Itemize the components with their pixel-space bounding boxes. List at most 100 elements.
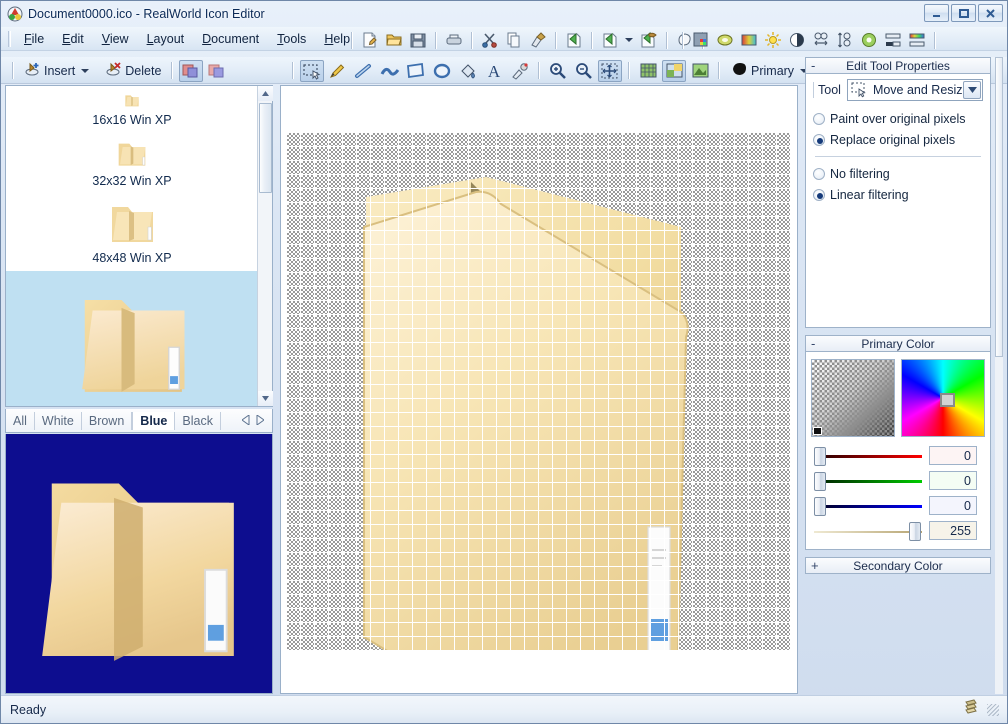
right-dock-scrollbar[interactable] (995, 57, 1003, 694)
panel-expand-toggle[interactable]: + (811, 558, 819, 573)
list-item[interactable]: 48x48 Win XP (6, 194, 258, 271)
edit-tool-properties-header[interactable]: - Edit Tool Properties (805, 57, 991, 74)
green-sphere-icon[interactable] (858, 30, 880, 51)
radio-icon[interactable] (813, 134, 825, 146)
green-channel-slider[interactable]: 0 (811, 468, 985, 493)
alpha-picker-marker[interactable] (813, 427, 822, 435)
layers-merged-icon[interactable] (179, 60, 203, 82)
option-replace-original[interactable]: Replace original pixels (813, 129, 983, 150)
ellipse-shade-icon[interactable] (714, 30, 736, 51)
effect-brush-tool-icon[interactable] (508, 60, 532, 82)
close-button[interactable] (978, 4, 1003, 22)
radio-icon[interactable] (813, 189, 825, 201)
slider-track[interactable] (814, 471, 922, 491)
zoom-out-icon[interactable] (572, 60, 596, 82)
canvas-grid-icon[interactable] (636, 60, 660, 82)
scrollbar-thumb[interactable] (995, 57, 1003, 357)
maximize-button[interactable] (951, 4, 976, 22)
panel-collapse-toggle[interactable]: - (811, 58, 815, 73)
levels-icon[interactable] (882, 30, 904, 51)
tab-next-arrow-icon[interactable] (256, 414, 264, 428)
rectangle-tool-icon[interactable] (404, 60, 428, 82)
redo-arrow-icon[interactable] (599, 30, 621, 51)
tab-brown[interactable]: Brown (82, 412, 132, 430)
palette-save-icon[interactable] (690, 30, 712, 51)
redo-dropdown-arrow-icon[interactable] (625, 38, 633, 42)
editor-canvas[interactable] (280, 85, 798, 694)
list-item[interactable]: 256x256 Win XP (6, 271, 258, 406)
option-linear-filtering[interactable]: Linear filtering (813, 184, 983, 205)
copy-pages-icon[interactable] (503, 30, 525, 51)
radio-icon[interactable] (813, 168, 825, 180)
rect-select-tool-icon[interactable] (300, 60, 324, 82)
tab-prev-arrow-icon[interactable] (242, 414, 250, 428)
tab-white[interactable]: White (35, 412, 82, 430)
resize-grip-icon[interactable] (987, 704, 999, 716)
scroll-down-arrow-icon[interactable] (258, 391, 273, 406)
menu-document[interactable]: Document (193, 29, 268, 49)
apply-image-icon[interactable] (638, 30, 660, 51)
slider-knob[interactable] (909, 522, 921, 541)
icon-preview-pane[interactable] (5, 434, 273, 694)
primary-color-button[interactable]: Primary (725, 59, 813, 82)
line-tool-icon[interactable] (352, 60, 376, 82)
cut-scissors-icon[interactable] (479, 30, 501, 51)
grid-toggle-icon[interactable] (598, 60, 622, 82)
delete-button[interactable]: Delete (100, 59, 166, 83)
green-value[interactable]: 0 (929, 471, 977, 490)
menu-file[interactable]: File (15, 29, 53, 49)
curve-tool-icon[interactable] (378, 60, 402, 82)
contrast-circle-icon[interactable] (786, 30, 808, 51)
hue-picker-marker[interactable] (940, 393, 955, 407)
menu-layout[interactable]: Layout (138, 29, 194, 49)
paste-brush-icon[interactable] (527, 30, 549, 51)
undo-arrow-icon[interactable] (563, 30, 585, 51)
pencil-tool-icon[interactable] (326, 60, 350, 82)
alpha-channel-slider[interactable]: 255 (811, 518, 985, 543)
open-folder-icon[interactable] (383, 30, 405, 51)
scrollbar-thumb[interactable] (259, 103, 272, 193)
slider-knob[interactable] (814, 447, 826, 466)
option-paint-over-original[interactable]: Paint over original pixels (813, 108, 983, 129)
blue-channel-slider[interactable]: 0 (811, 493, 985, 518)
icon-variants-list[interactable]: 16x16 Win XP 32x32 Win XP 48x4 (6, 86, 258, 406)
alpha-gradient-picker[interactable] (811, 359, 895, 437)
canvas-alpha-icon[interactable] (688, 60, 712, 82)
minimize-button[interactable] (924, 4, 949, 22)
slider-track[interactable] (814, 446, 922, 466)
hue-wheel-picker[interactable] (901, 359, 985, 437)
slider-knob[interactable] (814, 497, 826, 516)
slider-knob[interactable] (814, 472, 826, 491)
primary-color-header[interactable]: - Primary Color (805, 335, 991, 352)
hue-rotate-icon[interactable] (810, 30, 832, 51)
insert-dropdown-arrow-icon[interactable] (81, 69, 89, 73)
zoom-in-icon[interactable] (546, 60, 570, 82)
icon-list-scrollbar[interactable] (257, 86, 272, 406)
menu-edit[interactable]: Edit (53, 29, 93, 49)
brightness-sun-icon[interactable] (762, 30, 784, 51)
tab-blue[interactable]: Blue (132, 412, 175, 430)
secondary-color-header[interactable]: + Secondary Color (805, 557, 991, 574)
slider-track[interactable] (814, 521, 922, 541)
list-item[interactable]: 32x32 Win XP (6, 133, 258, 194)
panel-collapse-toggle[interactable]: - (811, 336, 815, 351)
new-document-icon[interactable] (359, 30, 381, 51)
scroll-up-arrow-icon[interactable] (258, 86, 273, 101)
color-bars-icon[interactable] (906, 30, 928, 51)
canvas-preview-icon[interactable] (662, 60, 686, 82)
red-channel-slider[interactable]: 0 (811, 443, 985, 468)
save-disk-icon[interactable] (407, 30, 429, 51)
text-tool-icon[interactable]: A (482, 60, 506, 82)
tab-all[interactable]: All (6, 412, 35, 430)
menu-tools[interactable]: Tools (268, 29, 315, 49)
list-item[interactable]: 16x16 Win XP (6, 86, 258, 133)
option-no-filtering[interactable]: No filtering (813, 163, 983, 184)
saturation-icon[interactable] (834, 30, 856, 51)
slider-track[interactable] (814, 496, 922, 516)
insert-button[interactable]: Insert (19, 59, 94, 83)
gradient-icon[interactable] (738, 30, 760, 51)
tab-black[interactable]: Black (175, 412, 221, 430)
alpha-value[interactable]: 255 (929, 521, 977, 540)
radio-icon[interactable] (813, 113, 825, 125)
red-value[interactable]: 0 (929, 446, 977, 465)
